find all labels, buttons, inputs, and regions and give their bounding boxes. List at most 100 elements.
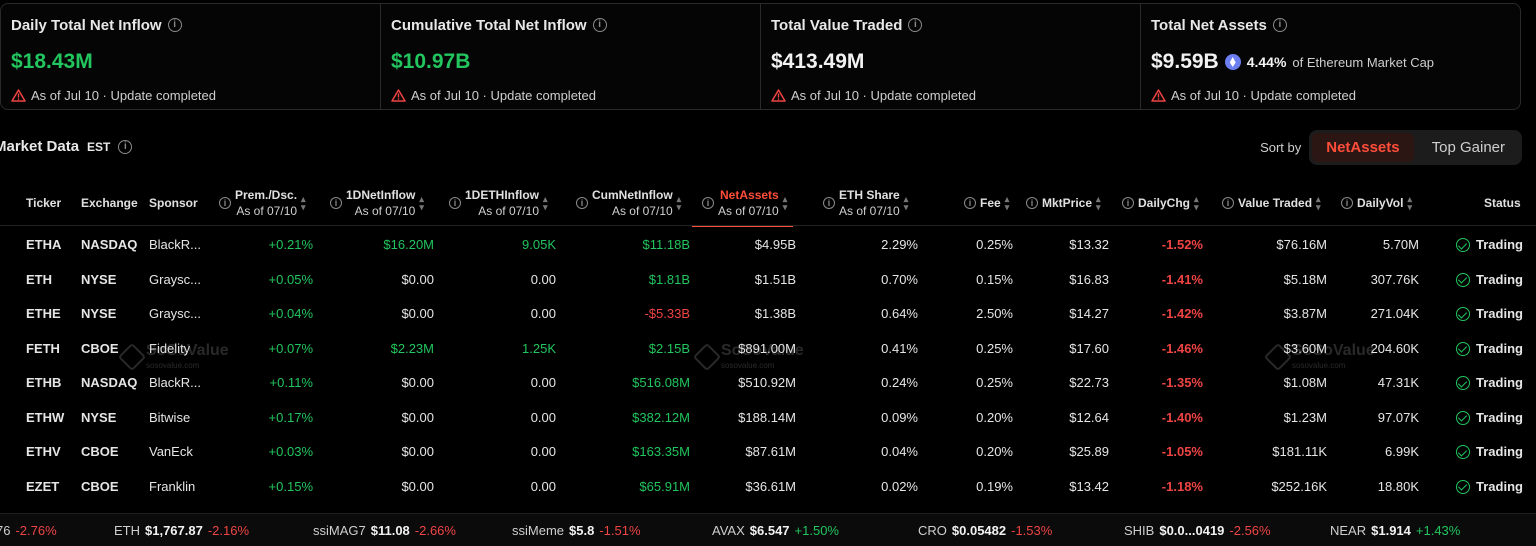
column-cum-net-inflow[interactable]: i CumNetInflow As of 07/10 ▴ ▾ [576,180,681,226]
cell-ticker[interactable]: ETH [26,263,52,298]
cell-fee: 0.25% [976,340,1013,356]
sort-arrows-icon[interactable]: ▴ ▾ [543,195,548,212]
info-icon[interactable]: i [1272,18,1287,32]
ticker-item[interactable]: ssiMAG7 $11.08 -2.66% [313,514,456,546]
cell-value-traded: $76.16M [1276,237,1327,252]
column-daily-vol[interactable]: i DailyVol ▴ ▾ [1341,180,1412,226]
info-icon[interactable]: i [592,18,607,32]
cell-ticker[interactable]: ETHA [26,228,61,263]
cell-1d-eth-inflow: 0.00 [530,409,556,425]
info-icon[interactable]: i [1341,197,1353,209]
info-icon[interactable]: i [702,197,714,209]
ticker-item[interactable]: AVAX $6.547 +1.50% [712,514,839,546]
market-data-header: Market Data EST i [0,138,133,155]
info-icon[interactable]: i [330,197,342,209]
cell-status: Trading [1456,401,1523,436]
cell-1d-eth-inflow: 0.00 [530,306,556,321]
sort-arrows-icon[interactable]: ▴ ▾ [301,195,306,212]
sort-arrows-icon[interactable]: ▴ ▾ [677,195,682,212]
info-icon[interactable]: i [1026,197,1038,209]
cell-daily-vol: 271.04K [1370,306,1419,321]
table-row[interactable]: ETH NYSE Graysc... +0.05% $0.00 0.00 $1.… [0,263,1536,298]
cell-daily-vol: 204.60K [1370,340,1419,356]
cell-1d-eth-inflow: 1.25K [522,340,556,356]
column-1d-eth-inflow[interactable]: i 1DETHInflow As of 07/10 ▴ ▾ [449,180,548,226]
column-1d-net-inflow[interactable]: i 1DNetInflow As of 07/10 ▴ ▾ [330,180,424,226]
info-icon[interactable]: i [167,18,182,32]
table-row[interactable]: EZET CBOE Franklin +0.15% $0.00 0.00 $65… [0,470,1536,505]
cell-fee: 0.20% [976,409,1013,425]
sort-arrows-icon[interactable]: ▴ ▾ [1316,195,1321,212]
column-value-traded[interactable]: i Value Traded ▴ ▾ [1222,180,1321,226]
info-icon[interactable]: i [908,18,923,32]
cell-ticker[interactable]: FETH [26,332,60,367]
cell-eth-share: 0.41% [881,340,918,356]
cell-daily-vol: 18.80K [1377,478,1419,494]
cell-ticker[interactable]: ETHE [26,297,61,332]
cell-daily-vol: 5.70M [1382,237,1419,252]
cell-eth-share: 0.24% [881,375,918,390]
info-icon[interactable]: i [823,197,835,209]
stat-cumulative-net-inflow: Cumulative Total Net Inflow i $10.97B As … [381,4,761,109]
table-row[interactable]: ETHE NYSE Graysc... +0.04% $0.00 0.00 -$… [0,297,1536,332]
stat-value: $10.97B [391,50,471,73]
cell-mkt-price: $17.60 [1069,340,1109,356]
cell-ticker[interactable]: ETHV [26,435,61,470]
column-net-assets[interactable]: i NetAssets As of 07/10 ▴ ▾ [691,180,794,227]
table-row[interactable]: ETHA NASDAQ BlackR... +0.21% $16.20M 9.0… [0,228,1536,263]
ticker-item[interactable]: 76-2.76% [0,514,57,546]
ticker-item[interactable]: NEAR $1.914 +1.43% [1330,514,1460,546]
cell-1d-eth-inflow: 0.00 [530,478,556,494]
sort-arrows-icon[interactable]: ▴ ▾ [1005,195,1010,212]
stat-title: Daily Total Net Inflow [11,16,162,34]
warning-icon [391,89,406,102]
cell-daily-vol: 6.99K [1385,444,1419,459]
table-row[interactable]: ETHV CBOE VanEck +0.03% $0.00 0.00 $163.… [0,435,1536,470]
ticker-item[interactable]: SHIB $0.0...0419 -2.56% [1124,514,1271,546]
ticker-item[interactable]: CRO $0.05482 -1.53% [918,514,1052,546]
info-icon[interactable]: i [1222,197,1234,209]
cell-exchange: NYSE [81,271,117,287]
cell-eth-share: 0.64% [881,306,918,321]
sort-arrows-icon[interactable]: ▴ ▾ [1407,195,1412,212]
cell-exchange: NASDAQ [81,375,138,390]
ethereum-icon [1224,54,1241,70]
cell-eth-share: 0.09% [881,409,918,425]
sort-arrows-icon[interactable]: ▴ ▾ [904,195,909,212]
cell-ticker[interactable]: EZET [26,470,59,505]
cell-sponsor: VanEck [149,444,193,459]
ticker-item[interactable]: ssiMeme $5.8 -1.51% [512,514,641,546]
sort-arrows-icon[interactable]: ▴ ▾ [783,195,788,212]
info-icon[interactable]: i [118,139,133,154]
info-icon[interactable]: i [964,197,976,209]
info-icon[interactable]: i [219,197,231,209]
cell-1d-net-inflow: $0.00 [401,271,434,287]
ticker-item[interactable]: ETH $1,767.87 -2.16% [114,514,249,546]
info-icon[interactable]: i [1122,197,1134,209]
info-icon[interactable]: i [449,197,461,209]
stat-total-net-assets: Total Net Assets i $9.59B 4.44% of Ethereum… [1141,4,1520,109]
cell-status: Trading [1456,435,1523,470]
cell-exchange: CBOE [81,478,119,494]
column-mkt-price[interactable]: i MktPrice ▴ ▾ [1026,180,1101,226]
cell-ticker[interactable]: ETHB [26,366,61,401]
cell-ticker[interactable]: ETHW [26,401,64,436]
info-icon[interactable]: i [576,197,588,209]
cell-fee: 0.20% [976,444,1013,459]
sort-arrows-icon[interactable]: ▴ ▾ [419,195,424,212]
table-row[interactable]: ETHW NYSE Bitwise +0.17% $0.00 0.00 $382… [0,401,1536,436]
column-daily-chg[interactable]: i DailyChg ▴ ▾ [1122,180,1199,226]
cell-exchange: NYSE [81,306,117,321]
table-row[interactable]: ETHB NASDAQ BlackR... +0.11% $0.00 0.00 … [0,366,1536,401]
column-eth-share[interactable]: i ETH Share As of 07/10 ▴ ▾ [823,180,908,226]
cell-daily-chg: -1.18% [1161,478,1203,494]
column-status: Status [1484,196,1521,210]
ticker-tape: 76-2.76% ETH$1,767.87-2.16% ssiMAG7$11.0… [0,513,1536,546]
sort-arrows-icon[interactable]: ▴ ▾ [1096,195,1101,212]
sort-arrows-icon[interactable]: ▴ ▾ [1194,195,1199,212]
sort-option-netassets[interactable]: NetAssets [1312,133,1414,162]
column-fee[interactable]: i Fee ▴ ▾ [964,180,1009,226]
sort-option-top-gainer[interactable]: Top Gainer [1418,133,1519,162]
cell-sponsor: BlackR... [149,375,202,390]
column-prem-dsc[interactable]: i Prem./Dsc. As of 07/10 ▴ ▾ [219,180,306,226]
